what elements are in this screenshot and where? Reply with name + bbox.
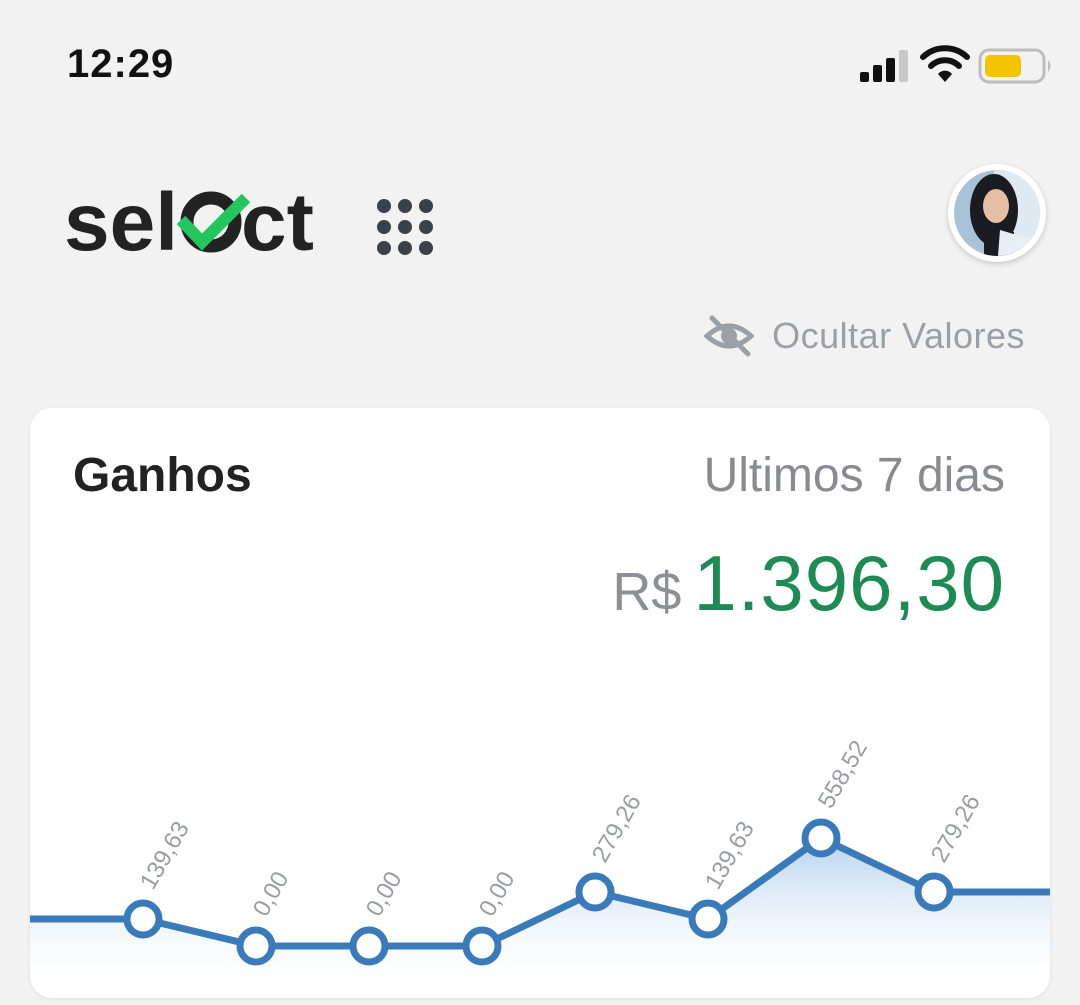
chart-data-label: 279,26 — [926, 790, 986, 867]
eye-off-icon — [704, 315, 755, 357]
chart-point[interactable] — [801, 818, 841, 858]
chart-data-label: 0,00 — [248, 867, 295, 921]
chart-data-label: 279,26 — [587, 790, 647, 867]
earnings-total: R$ 1.396,30 — [612, 538, 1005, 629]
chart-point[interactable] — [123, 899, 163, 939]
earnings-card: Ganhos Ultimos 7 dias R$ 1.396,30 139,63… — [30, 408, 1050, 998]
grid-dots-icon[interactable] — [374, 196, 438, 260]
chart-data-label: 139,63 — [700, 817, 760, 894]
user-avatar[interactable] — [948, 164, 1046, 262]
chart-point[interactable] — [575, 872, 615, 912]
card-title: Ganhos — [73, 449, 252, 502]
hide-values-label: Ocultar Valores — [772, 315, 1025, 356]
chart-data-label: 0,00 — [474, 867, 521, 921]
total-amount: 1.396,30 — [693, 539, 1005, 627]
app-header: sel ct — [0, 150, 1080, 290]
status-time: 12:29 — [67, 42, 175, 86]
logo-text-left: sel — [64, 178, 178, 268]
select-logo[interactable]: sel ct — [64, 178, 324, 268]
logo-text-right: ct — [241, 178, 314, 268]
chart-data-label: 0,00 — [361, 867, 408, 921]
earnings-chart: 139,63 0,00 0,00 0,00 279,26 139,63 558,52 279,… — [30, 736, 1050, 998]
cellular-signal-icon — [860, 50, 908, 82]
chart-data-label: 558,52 — [813, 736, 873, 813]
chart-point[interactable] — [462, 926, 502, 966]
chart-point[interactable] — [914, 872, 954, 912]
currency-symbol: R$ — [612, 562, 682, 622]
status-bar: 12:29 — [0, 0, 1080, 130]
avatar-image — [954, 170, 1040, 256]
battery-icon — [978, 48, 1051, 84]
chart-data-label: 139,63 — [135, 817, 195, 894]
chart-point[interactable] — [349, 926, 389, 966]
wifi-icon — [920, 45, 970, 82]
chart-point[interactable] — [236, 926, 276, 966]
chart-point[interactable] — [688, 899, 728, 939]
hide-values-toggle[interactable]: Ocultar Valores — [704, 312, 1025, 360]
period-selector[interactable]: Ultimos 7 dias — [704, 448, 1005, 503]
